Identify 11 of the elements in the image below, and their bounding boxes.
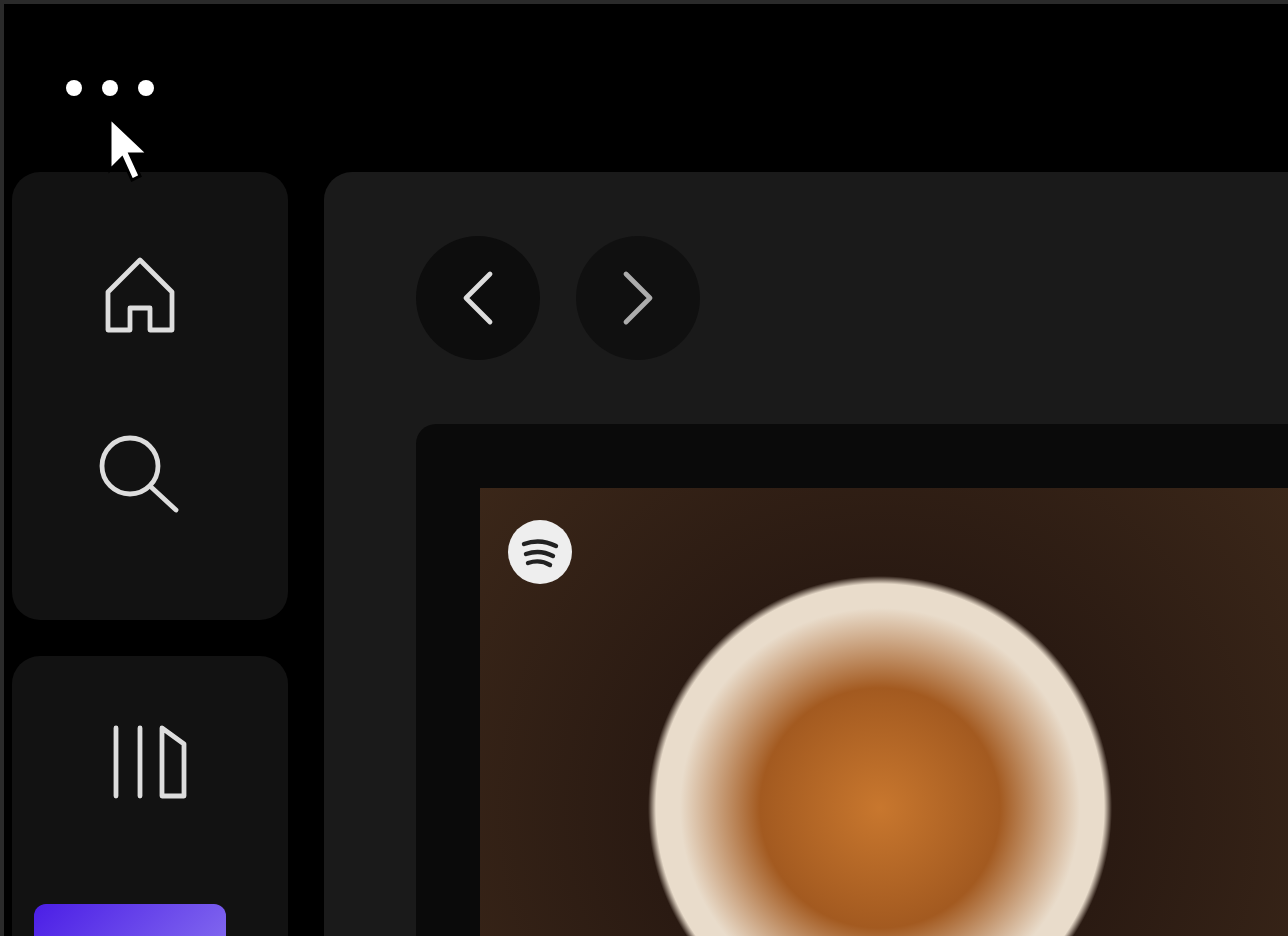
- search-button[interactable]: [96, 432, 184, 516]
- more-options-button[interactable]: [64, 78, 156, 98]
- more-icon: [64, 78, 156, 98]
- chevron-left-icon: [462, 270, 494, 326]
- chevron-right-icon: [622, 270, 654, 326]
- search-icon: [96, 432, 184, 516]
- home-button[interactable]: [100, 252, 180, 336]
- library-button[interactable]: [108, 720, 192, 804]
- library-icon: [108, 720, 192, 804]
- spotify-logo-icon: [508, 520, 572, 584]
- home-icon: [100, 252, 180, 336]
